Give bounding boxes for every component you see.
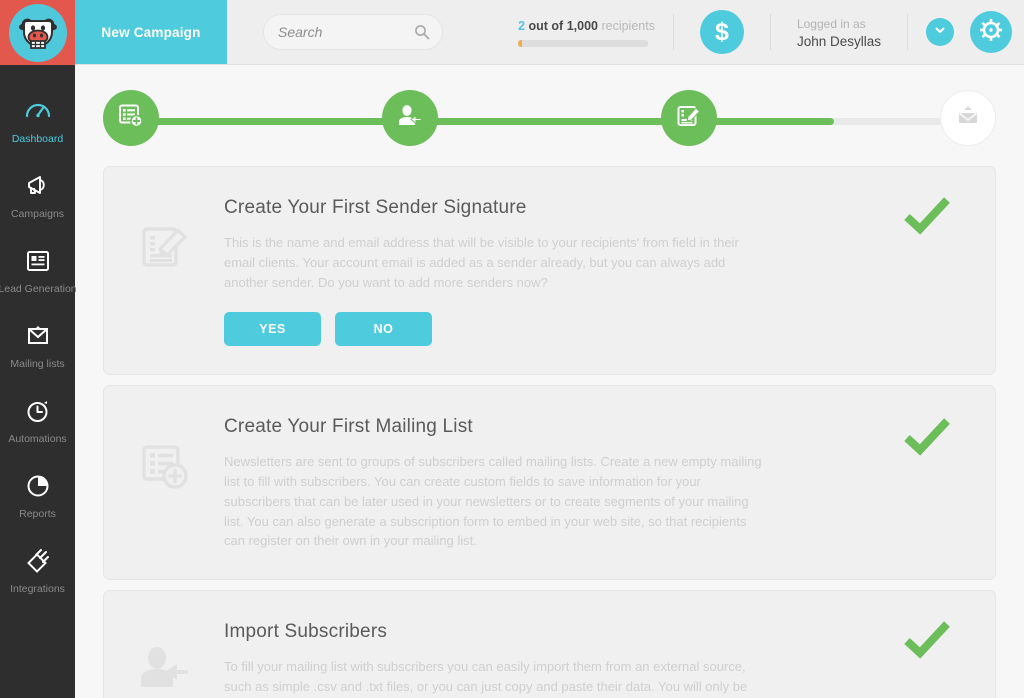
card-import-subscribers: Import Subscribers To fill your mailing …	[103, 590, 996, 698]
cow-logo-svg	[18, 18, 57, 49]
megaphone-icon	[24, 171, 52, 201]
step-import-subscribers[interactable]	[382, 90, 438, 146]
recipients-progress-fill	[518, 39, 523, 47]
card-description: Newsletters are sent to groups of subscr…	[224, 454, 762, 549]
sidebar-item-automations[interactable]: Automations	[0, 383, 75, 458]
card-icon-wrap	[104, 197, 224, 346]
card-description: This is the name and email address that …	[224, 235, 739, 290]
sidebar-item-campaigns[interactable]: Campaigns	[0, 158, 75, 233]
sidebar-item-lead-generation[interactable]: Lead Generation	[0, 233, 77, 308]
pie-chart-icon	[24, 471, 52, 501]
header-divider-3	[907, 14, 908, 50]
card-body: Create Your First Mailing List Newslette…	[224, 416, 995, 551]
user-import-icon	[136, 643, 192, 698]
recipients-count: 2	[518, 18, 526, 33]
sidebar-item-label: Reports	[19, 508, 56, 520]
sidebar-item-label: Mailing lists	[10, 358, 65, 370]
yes-button[interactable]: YES	[224, 312, 321, 347]
form-icon	[24, 246, 52, 276]
card-title: Create Your First Mailing List	[224, 416, 473, 438]
card-title: Create Your First Sender Signature	[224, 197, 527, 218]
user-name: John Desyllas	[796, 33, 881, 49]
search-icon[interactable]	[414, 24, 430, 45]
check-icon	[903, 619, 951, 666]
user-menu-button[interactable]	[926, 18, 954, 46]
envelope-icon	[24, 321, 52, 351]
card-icon-wrap	[104, 621, 224, 698]
inbox-icon	[955, 103, 981, 134]
recipients-text: 2 out of 1,000 recipients	[518, 19, 655, 33]
search-input[interactable]	[278, 24, 413, 40]
card-description: To fill your mailing list with subscribe…	[224, 659, 748, 694]
top-header: New Campaign 2 out of 1,000 recipients	[0, 0, 1024, 65]
search-area	[263, 0, 443, 64]
card-body: Create Your First Sender Signature This …	[224, 197, 995, 347]
dollar-icon: $	[715, 17, 729, 46]
card-mailing-list: Create Your First Mailing List Newslette…	[103, 385, 996, 580]
card-title: Import Subscribers	[224, 621, 388, 642]
onboarding-cards: Create Your First Sender Signature This …	[75, 152, 1024, 698]
step-create-mailing-list[interactable]	[103, 90, 159, 146]
recipients-middle: out of 1,000	[525, 18, 602, 33]
check-icon	[903, 195, 951, 242]
card-body: Import Subscribers To fill your mailing …	[224, 621, 995, 698]
no-button[interactable]: NO	[335, 312, 432, 347]
sidebar-item-label: Dashboard	[11, 133, 64, 145]
list-add-icon	[136, 438, 192, 499]
app-logo[interactable]	[0, 0, 75, 65]
search-box[interactable]	[263, 14, 443, 50]
recipients-progress-bar	[518, 39, 649, 47]
settings-button[interactable]	[970, 11, 1012, 53]
chevron-down-icon	[933, 23, 947, 42]
recipients-quota: 2 out of 1,000 recipients	[518, 0, 673, 65]
signature-icon	[136, 219, 192, 280]
sidebar-item-label: Lead Generation	[0, 283, 77, 295]
cow-logo-icon	[8, 3, 67, 62]
check-icon	[903, 416, 951, 463]
step-compose-newsletter[interactable]	[661, 90, 717, 146]
sidebar-item-integrations[interactable]: Integrations	[0, 533, 75, 608]
logged-in-label: Logged in as	[796, 16, 866, 31]
sidebar-item-label: Integrations	[10, 583, 65, 595]
sidebar-item-reports[interactable]: Reports	[0, 458, 75, 533]
user-info[interactable]: Logged in as John Desyllas	[771, 0, 907, 65]
step-send-campaign[interactable]	[940, 90, 996, 146]
list-add-icon	[117, 102, 145, 135]
sidebar-item-label: Campaigns	[10, 208, 65, 220]
sidebar-item-dashboard[interactable]: Dashboard	[0, 83, 75, 158]
new-campaign-button[interactable]: New Campaign	[75, 0, 227, 64]
card-icon-wrap	[104, 416, 224, 551]
stepper-steps	[103, 90, 996, 146]
header-divider-1	[672, 14, 674, 50]
credits-button[interactable]: $	[699, 10, 744, 54]
gear-icon	[979, 18, 1003, 47]
sidebar: Dashboard Campaigns Lead Generation Mail…	[0, 65, 77, 698]
user-import-icon	[396, 102, 424, 135]
recipients-suffix: recipients	[601, 18, 655, 33]
card-sender-signature: Create Your First Sender Signature This …	[103, 166, 996, 376]
sidebar-item-label: Automations	[8, 433, 67, 445]
gauge-icon	[24, 96, 52, 126]
compose-icon	[675, 102, 703, 135]
header-spacer	[443, 0, 518, 64]
main-content: Create Your First Sender Signature This …	[75, 65, 1024, 698]
plug-icon	[24, 546, 52, 576]
app-root: New Campaign 2 out of 1,000 recipients	[0, 0, 1024, 698]
stopwatch-icon	[24, 396, 52, 426]
card-actions: YES NO	[224, 312, 875, 347]
onboarding-stepper	[103, 90, 996, 152]
sidebar-item-mailing-lists[interactable]: Mailing lists	[0, 308, 75, 383]
